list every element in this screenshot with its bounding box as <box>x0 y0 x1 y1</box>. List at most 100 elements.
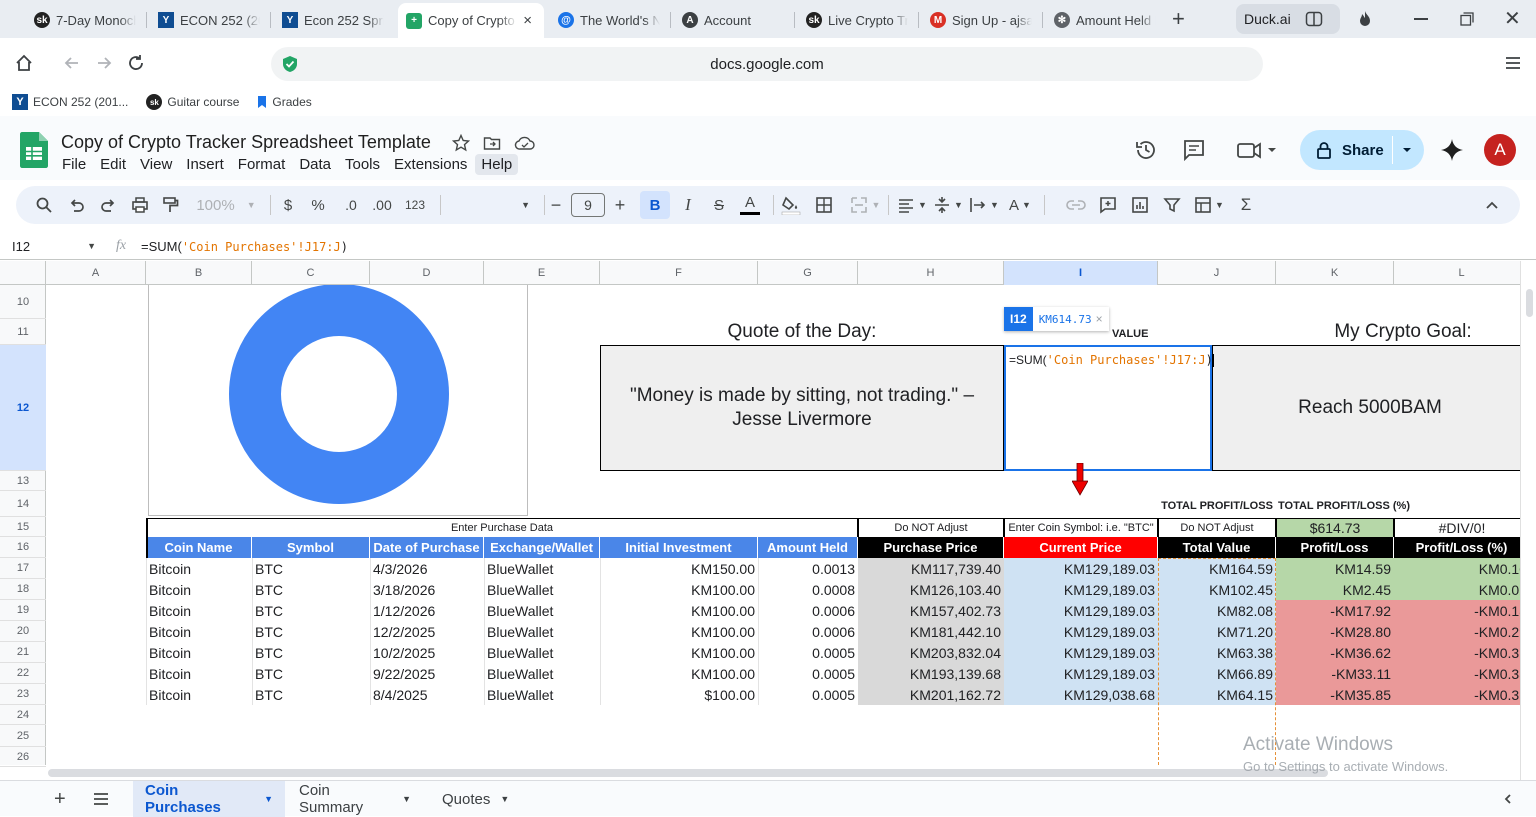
decrease-decimal-button[interactable]: .0 <box>338 195 364 215</box>
table-cell[interactable]: KM64.15 <box>1158 684 1276 705</box>
column-header-b[interactable]: B <box>146 261 252 285</box>
table-cell[interactable]: KM129,038.68 <box>1004 684 1158 705</box>
column-title-profit-loss[interactable]: Profit/Loss (%) <box>1394 537 1520 558</box>
table-cell[interactable]: KM129,189.03 <box>1004 579 1158 600</box>
scrollbar-thumb[interactable] <box>1526 289 1533 317</box>
table-cell[interactable]: KM100.00 <box>600 621 758 642</box>
zoom-select[interactable]: 100% ▼ <box>194 195 258 215</box>
comments-icon[interactable] <box>1182 138 1206 162</box>
column-header-h[interactable]: H <box>858 261 1004 285</box>
column-header-i[interactable]: I <box>1004 261 1158 285</box>
select-all-corner[interactable] <box>0 261 46 285</box>
cloud-status-icon[interactable] <box>514 134 536 152</box>
table-cell[interactable]: BlueWallet <box>484 642 600 663</box>
table-cell[interactable]: -KM0.37 <box>1394 642 1520 663</box>
browser-tab[interactable]: ✻ Amount Held E <box>1046 5 1164 35</box>
table-cell[interactable]: Bitcoin <box>146 684 252 705</box>
table-cell[interactable]: 10/2/2025 <box>370 642 484 663</box>
goal-box[interactable]: Reach 5000BAM <box>1212 345 1520 471</box>
table-cell[interactable]: KM102.45 <box>1158 579 1276 600</box>
row-header-23[interactable]: 23 <box>0 684 46 705</box>
browser-tab[interactable]: Y ECON 252 (20 <box>150 5 268 35</box>
table-cell[interactable]: KM201,162.72 <box>858 684 1004 705</box>
table-cell[interactable]: KM129,189.03 <box>1004 621 1158 642</box>
table-cell[interactable]: -KM33.11 <box>1276 663 1394 684</box>
table-cell[interactable]: Bitcoin <box>146 558 252 579</box>
column-header-a[interactable]: A <box>46 261 146 285</box>
table-cell[interactable]: KM157,402.73 <box>858 600 1004 621</box>
address-bar[interactable]: docs.google.com <box>271 47 1263 81</box>
star-icon[interactable] <box>451 133 471 152</box>
table-cell[interactable]: KM100.00 <box>600 642 758 663</box>
table-cell[interactable]: KM129,189.03 <box>1004 600 1158 621</box>
sheet-tab-coin-summary[interactable]: Coin Summary ▼ <box>287 781 423 817</box>
chevron-left-icon[interactable] <box>1502 793 1514 805</box>
browser-tab[interactable]: + Copy of Crypto × <box>398 3 544 38</box>
table-cell[interactable]: 12/2/2025 <box>370 621 484 642</box>
percent-format-button[interactable]: % <box>308 195 328 215</box>
table-cell[interactable]: -KM0.29 <box>1394 621 1520 642</box>
strikethrough-button[interactable]: S <box>709 195 729 215</box>
table-cell[interactable]: BlueWallet <box>484 558 600 579</box>
table-cell[interactable]: KM71.20 <box>1158 621 1276 642</box>
table-cell[interactable]: BlueWallet <box>484 663 600 684</box>
font-size-increase-button[interactable]: + <box>610 195 630 215</box>
table-cell[interactable]: KM126,103.40 <box>858 579 1004 600</box>
formula-input[interactable]: =SUM('Coin Purchases'!J17:J) <box>141 239 348 254</box>
add-sheet-button[interactable]: + <box>54 788 66 811</box>
column-title-profit-loss[interactable]: Profit/Loss <box>1276 537 1394 558</box>
table-cell[interactable]: KM63.38 <box>1158 642 1276 663</box>
vertical-scrollbar[interactable] <box>1520 261 1536 780</box>
minimize-icon[interactable] <box>1414 18 1428 20</box>
table-cell[interactable]: KM117,739.40 <box>858 558 1004 579</box>
table-cell[interactable]: 9/22/2025 <box>370 663 484 684</box>
bookmark-grades[interactable]: Grades <box>257 95 312 109</box>
redo-icon[interactable] <box>98 195 118 215</box>
scrollbar-thumb[interactable] <box>48 769 1328 777</box>
browser-menu-icon[interactable] <box>1504 54 1522 72</box>
table-cell[interactable]: BTC <box>252 600 370 621</box>
move-folder-icon[interactable] <box>483 134 501 152</box>
row-header-12[interactable]: 12 <box>0 345 46 471</box>
table-cell[interactable]: KM150.00 <box>600 558 758 579</box>
close-icon[interactable]: × <box>1096 312 1109 326</box>
paint-format-icon[interactable] <box>161 195 181 215</box>
undo-icon[interactable] <box>67 195 87 215</box>
table-cell[interactable]: BlueWallet <box>484 684 600 705</box>
row-header-19[interactable]: 19 <box>0 600 46 621</box>
table-cell[interactable]: KM82.08 <box>1158 600 1276 621</box>
number-format-button[interactable]: 123 <box>402 195 428 215</box>
browser-tab[interactable]: sk 7-Day Monoch <box>26 5 144 35</box>
row-header-14[interactable]: 14 <box>0 491 46 517</box>
table-cell[interactable]: BTC <box>252 684 370 705</box>
table-cell[interactable]: KM164.59 <box>1158 558 1276 579</box>
table-cell[interactable]: KM203,832.04 <box>858 642 1004 663</box>
table-cell[interactable]: Bitcoin <box>146 621 252 642</box>
table-cell[interactable]: Bitcoin <box>146 642 252 663</box>
browser-tab[interactable]: A Account <box>674 5 792 35</box>
table-cell[interactable]: BlueWallet <box>484 600 600 621</box>
functions-icon[interactable]: Σ <box>1236 195 1256 215</box>
row-header-26[interactable]: 26 <box>0 747 46 767</box>
column-header-j[interactable]: J <box>1158 261 1276 285</box>
bookmark-guitar[interactable]: sk Guitar course <box>146 94 239 110</box>
table-cell[interactable]: BTC <box>252 663 370 684</box>
sidebar-icon[interactable] <box>1305 11 1323 27</box>
menu-help[interactable]: Help <box>475 154 519 175</box>
all-sheets-icon[interactable] <box>92 791 110 807</box>
menu-data[interactable]: Data <box>299 156 331 173</box>
table-cell[interactable]: KM100.00 <box>600 579 758 600</box>
italic-button[interactable]: I <box>678 195 698 215</box>
increase-decimal-button[interactable]: .00 <box>368 195 396 215</box>
document-title[interactable]: Copy of Crypto Tracker Spreadsheet Templ… <box>61 132 431 153</box>
column-header-e[interactable]: E <box>484 261 600 285</box>
column-header-d[interactable]: D <box>370 261 484 285</box>
cell-editor-i12[interactable]: =SUM('Coin Purchases'!J17:J) <box>1004 345 1214 471</box>
table-cell[interactable]: 1/12/2026 <box>370 600 484 621</box>
table-cell[interactable]: Bitcoin <box>146 600 252 621</box>
table-cell[interactable]: Bitcoin <box>146 579 252 600</box>
back-icon[interactable] <box>62 53 82 73</box>
row-header-11[interactable]: 11 <box>0 319 46 345</box>
gemini-icon[interactable] <box>1440 138 1464 162</box>
table-cell[interactable]: KM66.89 <box>1158 663 1276 684</box>
